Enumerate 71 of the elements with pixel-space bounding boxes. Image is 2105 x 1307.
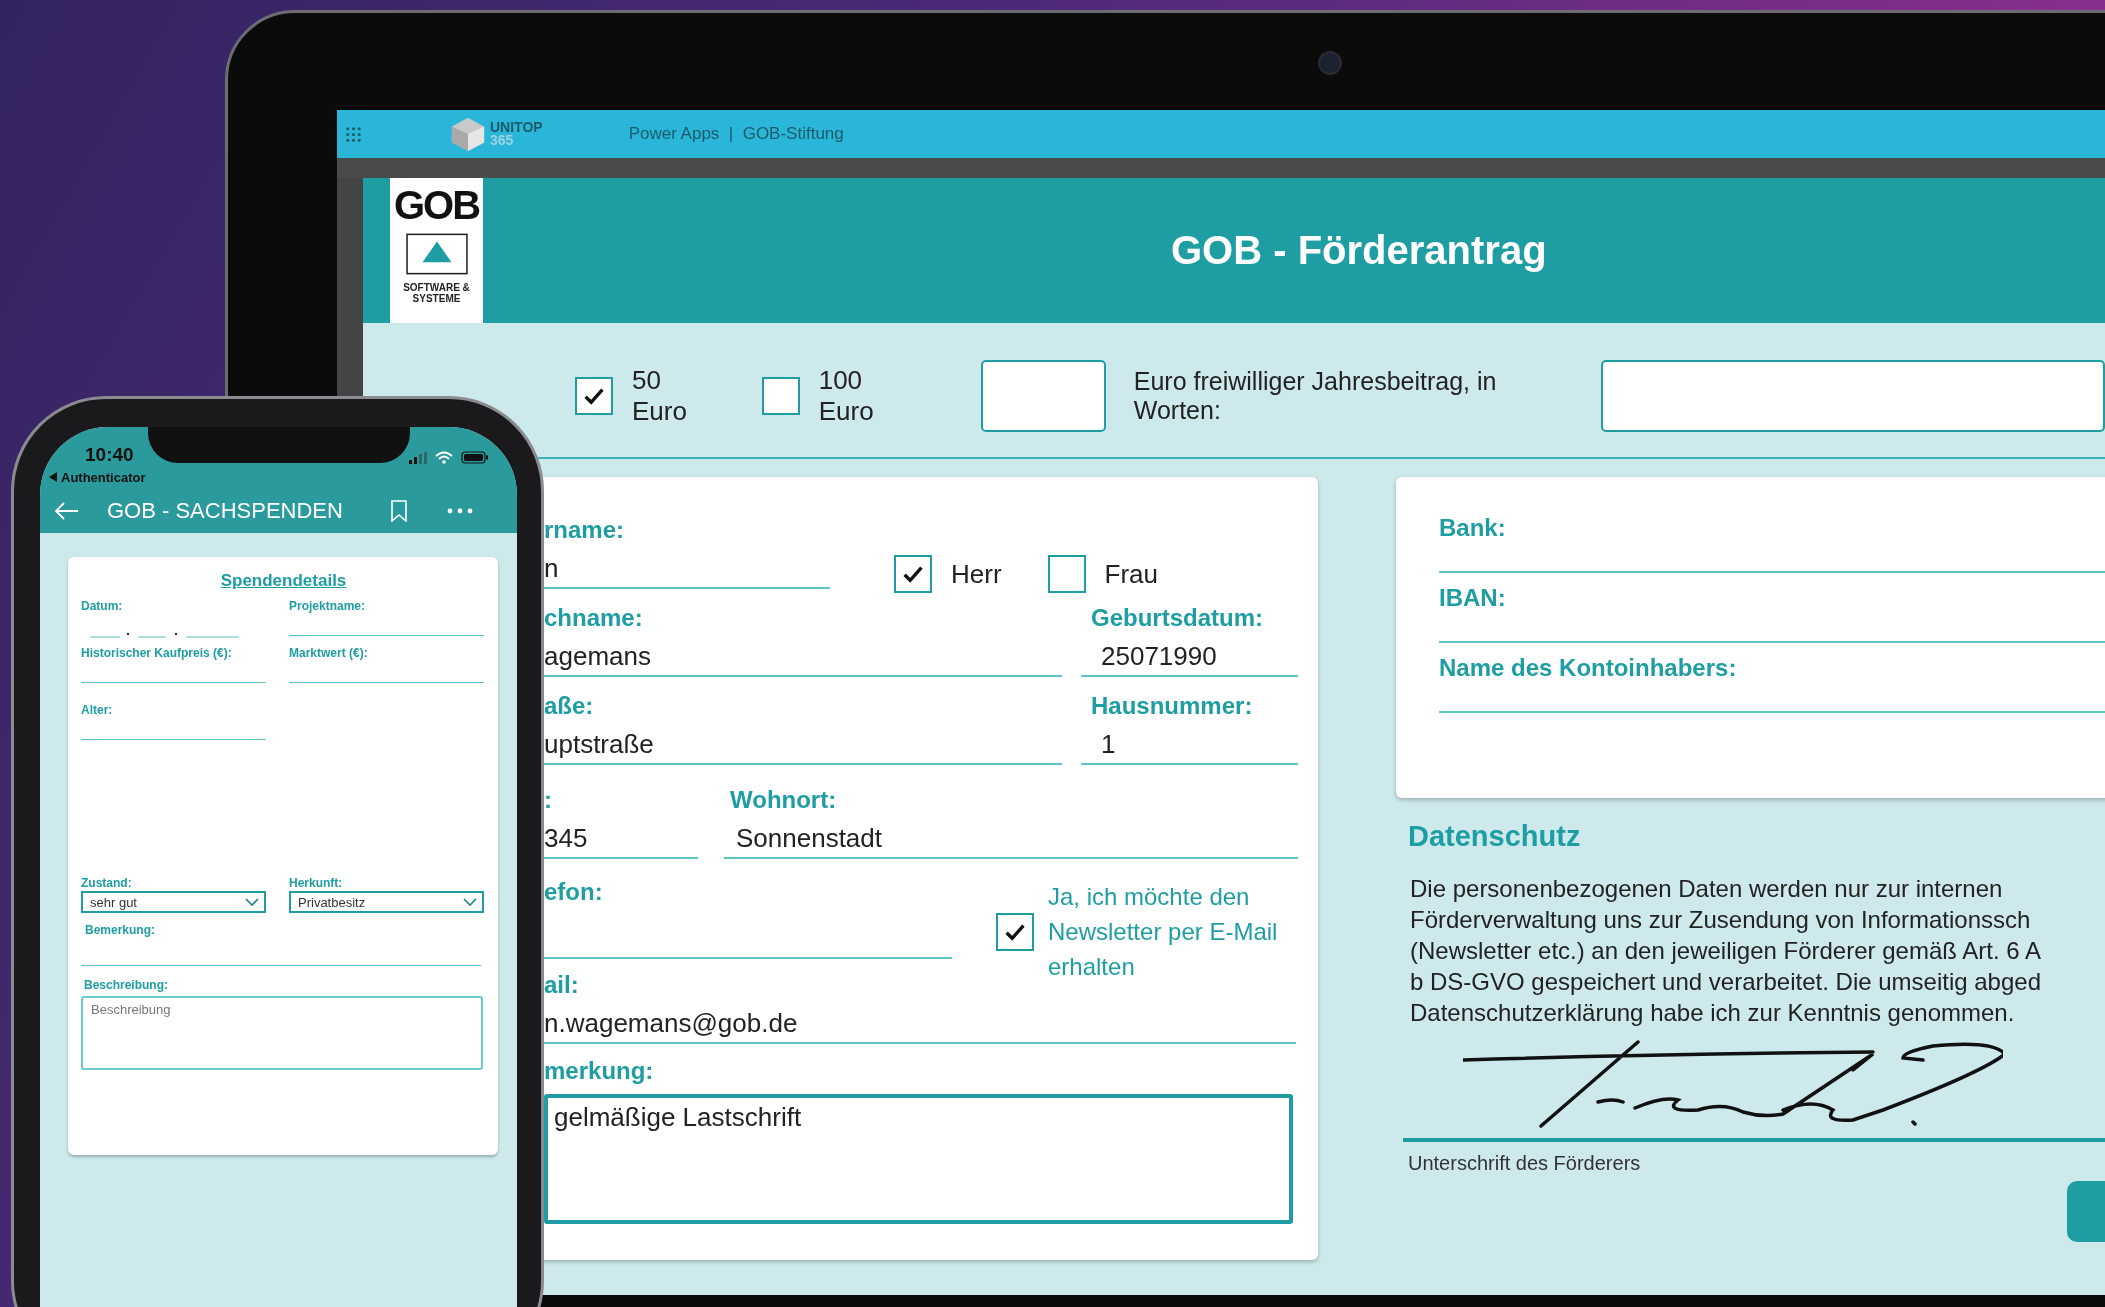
option-label: 50 Euro: [632, 365, 688, 427]
field-label: ail:: [544, 970, 580, 1000]
back-arrow-icon[interactable]: [55, 501, 79, 520]
cube-logo-icon: [449, 115, 487, 153]
field-label: Marktwert (€):: [289, 646, 369, 660]
checkbox[interactable]: [996, 912, 1034, 951]
dropdown[interactable]: sehr gut: [81, 891, 266, 913]
text-field[interactable]: 1: [1081, 725, 1298, 765]
status-time: 10:40: [85, 444, 134, 466]
field-label: Bank:: [1439, 513, 1507, 543]
field-label: rname:: [544, 515, 626, 545]
brand-subtitle: 365: [490, 134, 515, 147]
words-field[interactable]: [1601, 360, 2105, 432]
more-icon[interactable]: [446, 507, 473, 514]
text-area[interactable]: gelmäßige Lastschrift: [544, 1094, 1293, 1224]
checkbox[interactable]: [761, 377, 800, 415]
option-label: Herr: [951, 558, 1002, 590]
text-field[interactable]: 25071990: [1081, 637, 1298, 677]
battery-icon: [461, 451, 489, 464]
field-label: Historischer Kaufpreis (€):: [81, 646, 233, 660]
signal-icon: [409, 451, 427, 464]
amount-field[interactable]: [981, 360, 1106, 432]
triangle-logo-icon: [405, 232, 468, 276]
breadcrumb: Power Apps | GOB-Stiftung: [628, 124, 844, 144]
dropdown[interactable]: Privatbesitz: [289, 891, 484, 913]
field-label: Hausnummer:: [1090, 691, 1254, 721]
logo-text: GOB: [393, 184, 480, 226]
checkbox[interactable]: [894, 555, 932, 593]
text-field[interactable]: n.wagemans@gob.de: [544, 1004, 1296, 1044]
field-label: Name des Kontoinhabers:: [1439, 653, 1738, 683]
field-label: efon:: [544, 877, 604, 907]
amount-label: Euro freiwilliger Jahresbeitrag, in Worten:: [1133, 367, 1498, 425]
app-title: GOB - SACHSPENDEN: [107, 497, 343, 524]
field-label: Datum:: [81, 599, 124, 613]
field-label: Zustand:: [81, 876, 133, 890]
field-label: merkung:: [544, 1056, 655, 1086]
field-label: Beschreibung:: [83, 978, 169, 992]
bookmark-icon[interactable]: [390, 499, 407, 522]
field-label: aße:: [544, 691, 595, 721]
brand-name: UNITOP: [490, 121, 543, 134]
section-title: Spendendetails: [219, 571, 348, 591]
checkbox[interactable]: [1047, 555, 1086, 593]
wifi-icon: [435, 451, 453, 464]
chevron-down-icon: [463, 898, 477, 906]
option-label: Frau: [1104, 558, 1159, 590]
back-app-link[interactable]: Authenticator: [61, 469, 146, 485]
text-field[interactable]: uptstraße: [544, 725, 1062, 765]
field-label: chname:: [544, 603, 644, 633]
option-label: 100 Euro: [818, 365, 875, 427]
section-title: Datenschutz: [1408, 820, 1582, 853]
field-label: Bemerkung:: [84, 923, 156, 937]
signature-caption: Unterschrift des Förderers: [1408, 1152, 1642, 1175]
field-label: Projektname:: [289, 599, 367, 613]
field-label: Wohnort:: [729, 785, 838, 815]
field-label: :: [544, 785, 553, 815]
text-field[interactable]: Sonnenstadt: [724, 819, 1298, 859]
newsletter-label: Ja, ich möchte den Newsletter per E-Mail erhalten: [1048, 882, 1279, 982]
form-title: GOB - Förderantrag: [1171, 228, 1547, 273]
privacy-text: Die personenbezogenen Daten werden nur zur internen Förderverwaltung uns zur Zusendung von Informationssch (Newsletter etc.) an den jeweiligen Förderer gemäß Art. 6 A b DS-GVO gespeichert und verarbeitet. Die umseitig abged Datenschutzerklärung habe ich zur Kenntnis genommen.: [1410, 874, 2042, 1028]
field-label: Herkunft:: [289, 876, 344, 890]
logo-subtext: SOFTWARE & SYSTEME: [402, 282, 471, 304]
action-button[interactable]: [2067, 1181, 2105, 1242]
app-launcher-icon[interactable]: [345, 125, 362, 143]
chevron-down-icon: [245, 898, 259, 906]
text-area[interactable]: Beschreibung: [81, 996, 483, 1070]
checkbox[interactable]: [575, 377, 613, 415]
text-field[interactable]: agemans: [544, 637, 1062, 677]
field-label: Alter:: [81, 703, 114, 717]
field-label: IBAN:: [1439, 583, 1507, 613]
back-triangle-icon: [49, 472, 57, 482]
field-label: Geburtsdatum:: [1090, 603, 1264, 633]
